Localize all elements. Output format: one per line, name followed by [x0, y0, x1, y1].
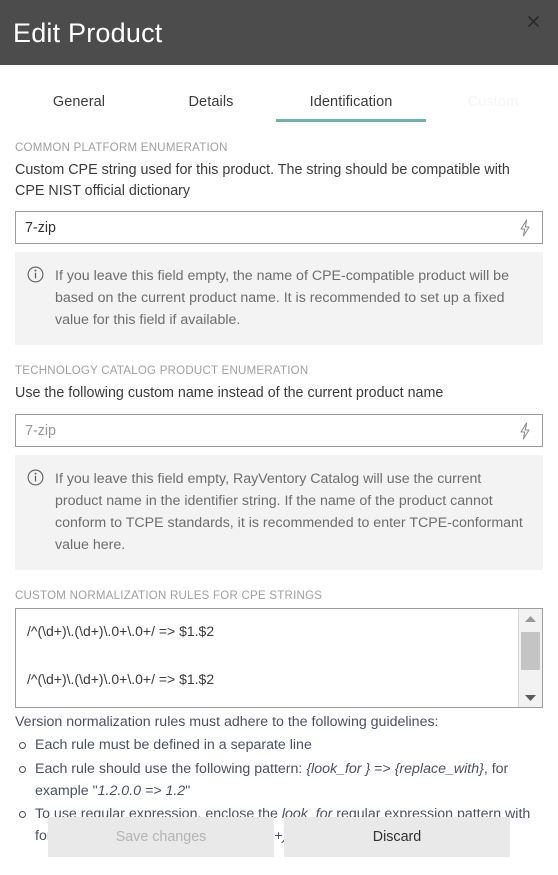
tcpe-input[interactable]	[16, 415, 508, 447]
tcpe-input-wrapper	[15, 414, 543, 448]
info-circle-icon	[27, 266, 44, 283]
cpe-input[interactable]	[16, 212, 508, 244]
discard-button[interactable]: Discard	[284, 817, 510, 857]
triangle-down-icon	[525, 694, 536, 701]
close-button[interactable]	[518, 8, 548, 34]
tcpe-info-icon-wrapper	[27, 468, 49, 556]
dialog-footer: Save changes Discard	[0, 799, 558, 875]
save-changes-button[interactable]: Save changes	[48, 817, 274, 857]
close-icon	[527, 15, 539, 27]
tab-bar: General Details Identification Custom	[0, 65, 558, 122]
tab-general[interactable]: General	[18, 94, 140, 122]
guideline-2-text-2: =>	[370, 761, 395, 778]
rules-textarea-wrapper: /^(\d+)\.(\d+)\.0+\.0+/ => $1.$2 /^(\d+)…	[15, 608, 543, 709]
tab-identification[interactable]: Identification	[276, 94, 426, 122]
guideline-2-em-3: 1.2.0.0 => 1.2	[97, 782, 186, 799]
rules-textarea[interactable]: /^(\d+)\.(\d+)\.0+\.0+/ => $1.$2 /^(\d+)…	[16, 609, 518, 707]
rules-section-label: CUSTOM NORMALIZATION RULES FOR CPE STRIN…	[15, 590, 323, 603]
scroll-down-button[interactable]	[524, 688, 537, 707]
lightning-bolt-icon	[520, 219, 530, 237]
scrollbar-track[interactable]	[519, 628, 542, 688]
lightning-bolt-icon	[520, 422, 530, 440]
tab-details[interactable]: Details	[150, 94, 272, 122]
tcpe-generate-button[interactable]	[508, 415, 542, 446]
guideline-1-text: Each rule must be defined in a separate …	[35, 737, 312, 754]
tcpe-info-text: If you leave this field empty, RayVentor…	[55, 471, 523, 554]
cpe-info-box: If you leave this field empty, the name …	[15, 252, 543, 346]
guideline-item-1: Each rule must be defined in a separate …	[15, 735, 543, 757]
cpe-info-text: If you leave this field empty, the name …	[55, 268, 509, 329]
scrollbar-thumb[interactable]	[521, 632, 540, 671]
dialog-title: Edit Product	[13, 18, 163, 48]
guideline-2-text-4: "	[185, 782, 191, 799]
tcpe-section-label: TECHNOLOGY CATALOG PRODUCT ENUMERATION	[15, 365, 309, 378]
cpe-section-label: COMMON PLATFORM ENUMERATION	[15, 142, 228, 154]
triangle-up-icon	[525, 615, 536, 622]
cpe-input-wrapper	[15, 211, 543, 245]
rules-scrollbar[interactable]	[518, 609, 542, 708]
guideline-2-text-1: Each rule should use the following patte…	[35, 761, 307, 778]
guideline-2-em-1: {look_for }	[306, 761, 371, 778]
cpe-section-description: Custom CPE string used for this product.…	[15, 162, 510, 199]
tcpe-info-box: If you leave this field empty, RayVentor…	[15, 455, 543, 571]
guideline-2-em-2: {replace_with}	[394, 761, 484, 778]
dialog-body: COMMON PLATFORM ENUMERATION Custom CPE s…	[0, 142, 558, 847]
cpe-info-icon-wrapper	[27, 265, 49, 331]
guidelines-intro: Version normalization rules must adhere …	[15, 714, 439, 731]
tcpe-section-description: Use the following custom name instead of…	[15, 385, 444, 402]
tab-custom: Custom	[467, 94, 519, 110]
info-circle-icon	[27, 469, 44, 486]
scroll-up-button[interactable]	[524, 609, 537, 628]
cpe-generate-button[interactable]	[508, 212, 542, 243]
guideline-item-2: Each rule should use the following patte…	[15, 759, 543, 802]
dialog-titlebar: Edit Product	[0, 0, 558, 65]
